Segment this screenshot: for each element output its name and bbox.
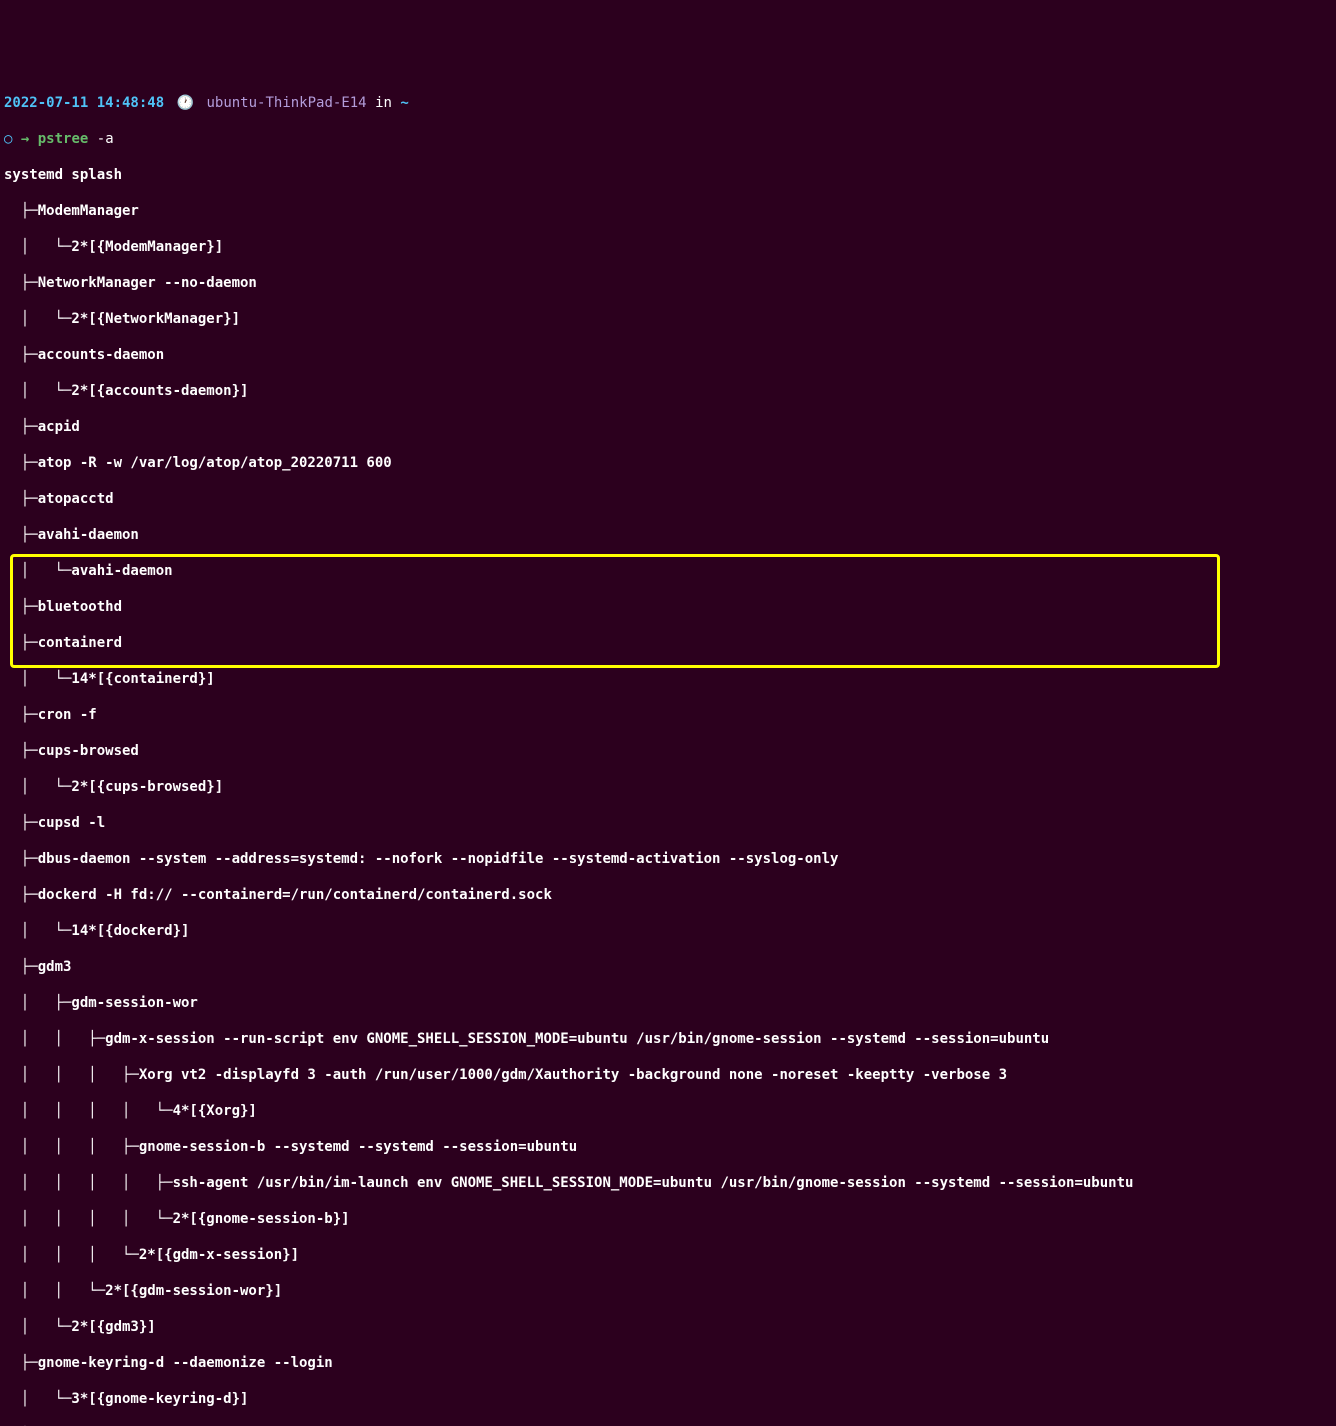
tree-line: ├─NetworkManager --no-daemon [4, 274, 1332, 292]
command-args: -a [97, 131, 114, 147]
path: ~ [400, 95, 408, 111]
tree-line: ├─cron -f [4, 706, 1332, 724]
tree-line: │ └─2*[{NetworkManager}] [4, 310, 1332, 328]
tree-line: ├─atopacctd [4, 490, 1332, 508]
terminal-output[interactable]: 2022-07-11 14:48:48 🕐 ubuntu-ThinkPad-E1… [4, 76, 1332, 1426]
tree-line: ├─gdm3 [4, 958, 1332, 976]
in-text: in [375, 95, 392, 111]
clock-icon: 🕐 [177, 95, 194, 111]
tree-line: │ ├─gdm-session-wor [4, 994, 1332, 1012]
tree-line: ├─atop -R -w /var/log/atop/atop_20220711… [4, 454, 1332, 472]
tree-line: │ │ │ │ └─4*[{Xorg}] [4, 1102, 1332, 1120]
tree-line: ├─containerd [4, 634, 1332, 652]
tree-line: │ └─3*[{gnome-keyring-d}] [4, 1390, 1332, 1408]
tree-line: │ └─2*[{gdm3}] [4, 1318, 1332, 1336]
tree-line: │ │ │ │ └─2*[{gnome-session-b}] [4, 1210, 1332, 1228]
tree-line: │ └─14*[{dockerd}] [4, 922, 1332, 940]
tree-line: │ │ └─2*[{gdm-session-wor}] [4, 1282, 1332, 1300]
tree-root: systemd splash [4, 166, 1332, 184]
tree-line: │ │ ├─gdm-x-session --run-script env GNO… [4, 1030, 1332, 1048]
tree-line: │ │ │ ├─Xorg vt2 -displayfd 3 -auth /run… [4, 1066, 1332, 1084]
tree-line: │ └─avahi-daemon [4, 562, 1332, 580]
prompt-line-1: 2022-07-11 14:48:48 🕐 ubuntu-ThinkPad-E1… [4, 94, 1332, 112]
tree-line: │ └─2*[{cups-browsed}] [4, 778, 1332, 796]
prompt-circle: ○ [4, 131, 12, 147]
tree-line: ├─cupsd -l [4, 814, 1332, 832]
tree-line: ├─dbus-daemon --system --address=systemd… [4, 850, 1332, 868]
tree-line: │ │ │ │ ├─ssh-agent /usr/bin/im-launch e… [4, 1174, 1332, 1192]
tree-line: │ └─2*[{ModemManager}] [4, 238, 1332, 256]
tree-line: ├─bluetoothd [4, 598, 1332, 616]
tree-line: │ │ │ ├─gnome-session-b --systemd --syst… [4, 1138, 1332, 1156]
tree-line: ├─gnome-keyring-d --daemonize --login [4, 1354, 1332, 1372]
tree-line: ├─ModemManager [4, 202, 1332, 220]
tree-line: ├─cups-browsed [4, 742, 1332, 760]
timestamp: 2022-07-11 14:48:48 [4, 95, 164, 111]
hostname: ubuntu-ThinkPad-E14 [206, 95, 366, 111]
tree-line: ├─acpid [4, 418, 1332, 436]
tree-line: │ │ │ └─2*[{gdm-x-session}] [4, 1246, 1332, 1264]
prompt-line-2: ○ → pstree -a [4, 130, 1332, 148]
tree-line: │ └─2*[{accounts-daemon}] [4, 382, 1332, 400]
prompt-arrow: → [21, 131, 29, 147]
tree-line: ├─dockerd -H fd:// --containerd=/run/con… [4, 886, 1332, 904]
tree-line: ├─accounts-daemon [4, 346, 1332, 364]
command: pstree [38, 131, 89, 147]
tree-line: ├─avahi-daemon [4, 526, 1332, 544]
tree-line: │ └─14*[{containerd}] [4, 670, 1332, 688]
